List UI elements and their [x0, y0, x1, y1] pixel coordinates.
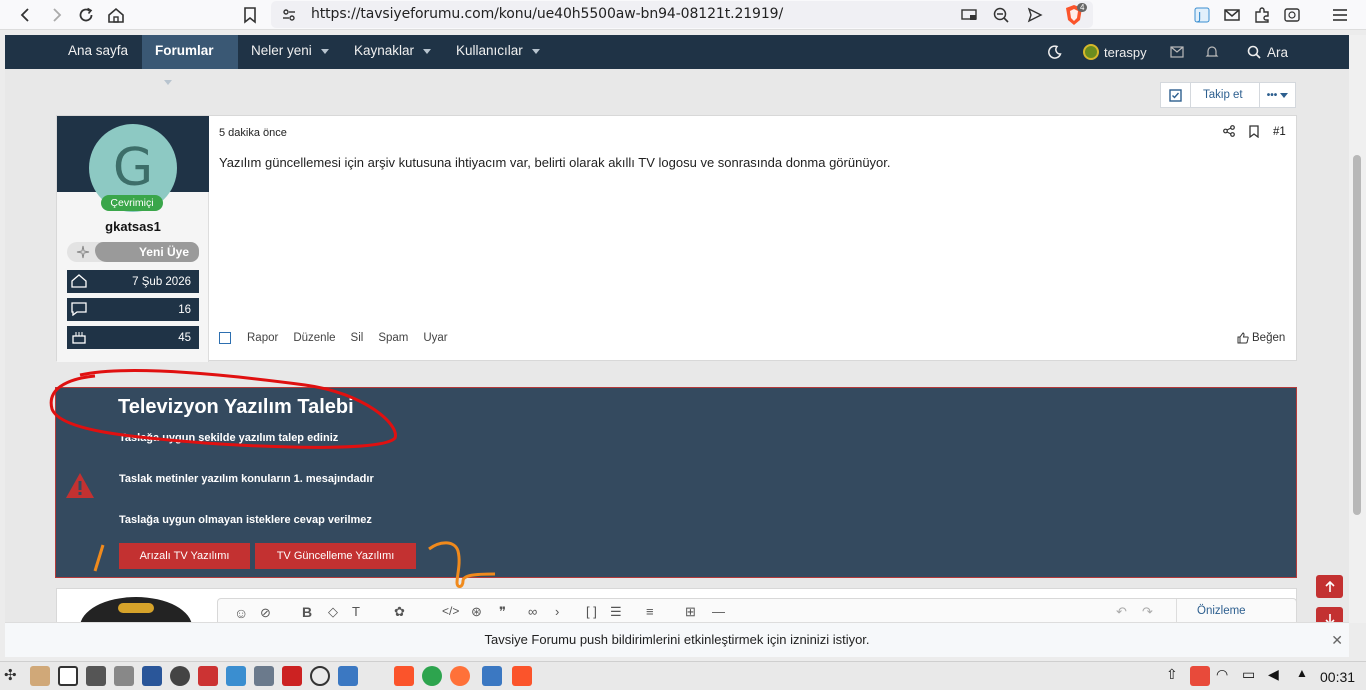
brave-window-icon[interactable] [512, 666, 532, 686]
os-taskbar: ✣ ⇧ ◠ ▭ ◀ ▲ 00:31 [0, 661, 1366, 690]
site-info-icon[interactable] [277, 3, 301, 27]
desktop-icon[interactable] [58, 666, 78, 686]
volume-icon[interactable]: ◀ [1268, 666, 1288, 686]
video-icon[interactable] [282, 666, 302, 686]
mail-icon[interactable] [1220, 3, 1244, 27]
page-scrollbar[interactable] [1349, 35, 1366, 623]
menu-dots-icon[interactable] [170, 666, 190, 686]
back-icon[interactable] [14, 3, 38, 27]
battery-icon[interactable]: ▭ [1242, 666, 1262, 686]
clock[interactable]: 00:31 [1320, 669, 1355, 685]
home-icon[interactable] [104, 3, 128, 27]
push-text: Tavsiye Forumu push bildirimlerini etkin… [484, 632, 870, 647]
close-icon[interactable]: ✕ [1331, 623, 1343, 657]
bookmark-icon[interactable] [238, 3, 262, 27]
wifi-icon[interactable]: ◠ [1216, 666, 1236, 686]
file-manager-icon[interactable] [338, 666, 358, 686]
send-icon[interactable] [1023, 3, 1047, 27]
writer-icon[interactable] [142, 666, 162, 686]
page-viewport: Ana sayfa Forumlar Neler yeni Kaynaklar … [5, 35, 1349, 623]
cast-icon[interactable] [957, 3, 981, 27]
reload-icon[interactable] [74, 3, 98, 27]
extension-icon[interactable]: J [1190, 3, 1214, 27]
apps-grid-icon[interactable] [226, 666, 246, 686]
wallet-icon[interactable] [1280, 3, 1304, 27]
url-text: https://tavsiyeforumu.com/konu/ue40h5500… [311, 6, 784, 22]
orange-stroke-annotation [93, 544, 105, 572]
url-bar[interactable]: https://tavsiyeforumu.com/konu/ue40h5500… [271, 1, 1093, 28]
pdf-icon[interactable] [198, 666, 218, 686]
forward-icon[interactable] [44, 3, 68, 27]
sync-icon[interactable] [310, 666, 330, 686]
brave-shield-icon[interactable]: 4 [1062, 3, 1088, 27]
push-permission-bar: Tavsiye Forumu push bildirimlerini etkin… [5, 622, 1349, 657]
shield-badge: 4 [1077, 3, 1088, 12]
anydesk-icon[interactable] [1190, 666, 1210, 686]
folder-icon[interactable] [482, 666, 502, 686]
tray-up-icon[interactable]: ▲ [1296, 666, 1316, 686]
browser-toolbar: https://tavsiyeforumu.com/konu/ue40h5500… [0, 0, 1366, 30]
firefox-icon[interactable] [450, 666, 470, 686]
svg-text:J: J [1197, 10, 1201, 23]
scrollbar-thumb[interactable] [1353, 155, 1361, 515]
menu-icon[interactable] [1328, 3, 1352, 27]
red-circle-annotation [49, 368, 397, 449]
extensions-puzzle-icon[interactable] [1250, 3, 1274, 27]
files-app-icon[interactable] [30, 666, 50, 686]
orange-scribble-annotation [428, 541, 496, 588]
zoom-out-icon[interactable] [989, 3, 1013, 27]
terminal-icon[interactable] [86, 666, 106, 686]
update-icon[interactable]: ⇧ [1166, 666, 1186, 686]
brave-icon[interactable] [394, 666, 414, 686]
image-viewer-icon[interactable] [254, 666, 274, 686]
chrome-icon[interactable] [422, 666, 442, 686]
start-menu-icon[interactable]: ✣ [4, 666, 24, 686]
hand-annotations [49, 368, 496, 588]
printer-icon[interactable] [114, 666, 134, 686]
